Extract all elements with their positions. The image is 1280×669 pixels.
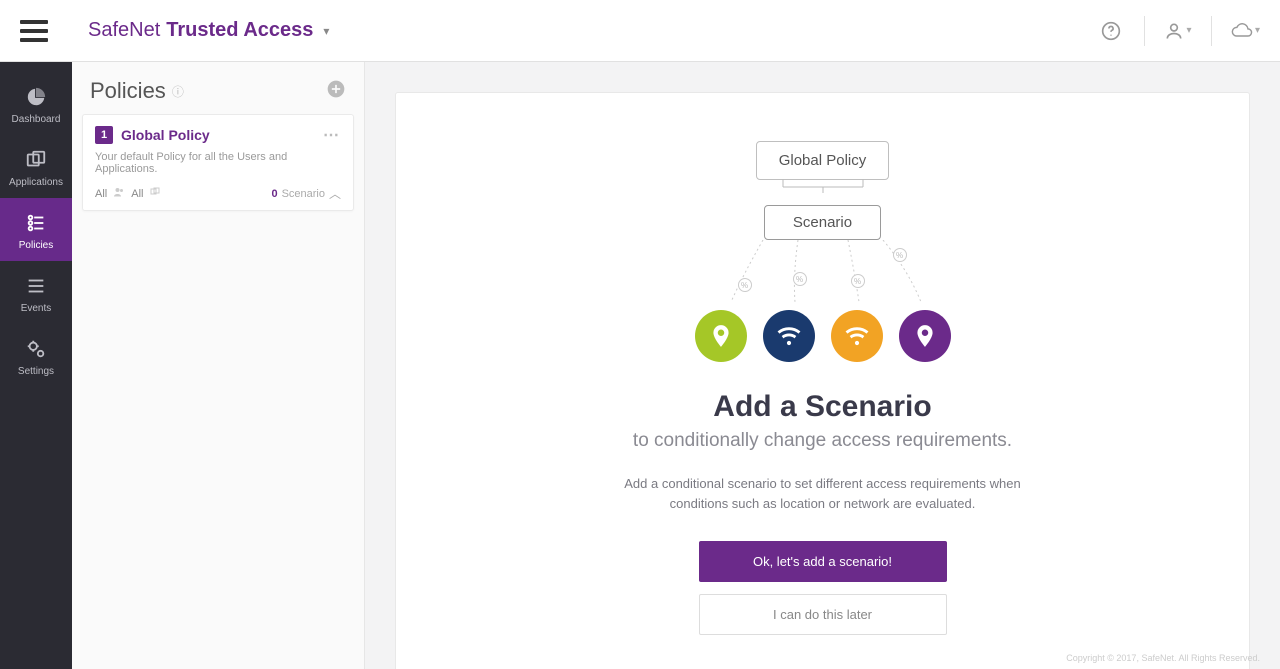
users-icon [113, 186, 125, 201]
pie-chart-icon [0, 86, 72, 108]
more-icon[interactable]: ⋯ [323, 125, 341, 145]
wizard-description: Add a conditional scenario to set differ… [603, 474, 1043, 513]
nav-label: Dashboard [0, 114, 72, 125]
policies-title-text: Policies [90, 78, 166, 104]
nav-label: Policies [0, 240, 72, 251]
app-header: SafeNet Trusted Access ▾ ▾ ▾ [0, 0, 1280, 62]
policy-description: Your default Policy for all the Users an… [95, 151, 341, 175]
menu-toggle-icon[interactable] [20, 20, 48, 42]
add-scenario-button[interactable]: Ok, let's add a scenario! [699, 541, 947, 582]
policies-title: Policies ⓘ [90, 78, 184, 104]
nav-events[interactable]: Events [0, 261, 72, 324]
link-bubble-icon: % [738, 278, 752, 292]
wifi-icon [831, 310, 883, 362]
policy-scenario-summary: 0 Scenario ︿ [271, 185, 341, 202]
brand-dropdown[interactable]: SafeNet Trusted Access ▾ [88, 19, 329, 42]
nav-label: Events [0, 303, 72, 314]
nav-applications[interactable]: Applications [0, 135, 72, 198]
tree-scenario-box: Scenario [764, 205, 881, 240]
nav-label: Applications [0, 177, 72, 188]
brand-text-light: SafeNet [88, 19, 160, 42]
chevron-down-icon: ▾ [1186, 25, 1191, 36]
chevron-up-icon[interactable]: ︿ [329, 185, 341, 202]
scenario-count: 0 [271, 188, 277, 200]
scenario-label: Scenario [282, 188, 325, 200]
divider [1144, 16, 1145, 46]
policy-card-header: 1 Global Policy ⋯ [95, 125, 341, 145]
divider [1211, 16, 1212, 46]
location-pin-icon [899, 310, 951, 362]
scenario-icons-row [563, 310, 1083, 362]
brand-text-bold: Trusted Access [166, 19, 313, 42]
policies-header: Policies ⓘ [82, 78, 354, 114]
dotted-lines [683, 240, 963, 310]
gear-icon [0, 338, 72, 360]
help-icon[interactable] [1096, 16, 1126, 46]
cloud-menu[interactable]: ▾ [1230, 16, 1260, 46]
policy-tree: Global Policy Scenario [563, 141, 1083, 240]
policies-panel: Policies ⓘ 1 Global Policy ⋯ Your defaul… [72, 62, 365, 669]
footer-copyright: Copyright © 2017, SafeNet. All Rights Re… [1066, 653, 1260, 663]
info-icon[interactable]: ⓘ [172, 83, 184, 100]
policies-icon [0, 212, 72, 234]
tree-connector [733, 179, 913, 193]
add-policy-button[interactable] [326, 79, 346, 103]
policy-users-all: All [95, 188, 107, 200]
wizard-content: Global Policy Scenario [563, 141, 1083, 669]
policy-number-badge: 1 [95, 126, 113, 144]
nav-settings[interactable]: Settings [0, 324, 72, 387]
policy-apps-all: All [131, 188, 143, 200]
chevron-down-icon: ▾ [323, 24, 329, 38]
wizard-panel: Global Policy Scenario [395, 92, 1250, 669]
nav-policies[interactable]: Policies [0, 198, 72, 261]
nav-dashboard[interactable]: Dashboard [0, 72, 72, 135]
list-icon [0, 275, 72, 297]
policy-card-footer: All All 0 Scenario ︿ [95, 185, 341, 202]
wizard-title: Add a Scenario [563, 390, 1083, 424]
policy-title: Global Policy [121, 127, 210, 143]
link-bubble-icon: % [893, 248, 907, 262]
user-menu[interactable]: ▾ [1163, 16, 1193, 46]
policy-card[interactable]: 1 Global Policy ⋯ Your default Policy fo… [82, 114, 354, 211]
side-nav: Dashboard Applications Policies Events S… [0, 62, 72, 669]
skip-button[interactable]: I can do this later [699, 594, 947, 635]
main-area: Global Policy Scenario [365, 62, 1280, 669]
wifi-icon [763, 310, 815, 362]
tree-global-box: Global Policy [756, 141, 890, 180]
header-actions: ▾ ▾ [1096, 16, 1260, 46]
link-bubble-icon: % [793, 272, 807, 286]
link-bubble-icon: % [851, 274, 865, 288]
apps-icon [0, 149, 72, 171]
apps-small-icon [149, 186, 161, 201]
wizard-subtitle: to conditionally change access requireme… [563, 430, 1083, 452]
location-pin-icon [695, 310, 747, 362]
nav-label: Settings [0, 366, 72, 377]
chevron-down-icon: ▾ [1255, 25, 1260, 36]
